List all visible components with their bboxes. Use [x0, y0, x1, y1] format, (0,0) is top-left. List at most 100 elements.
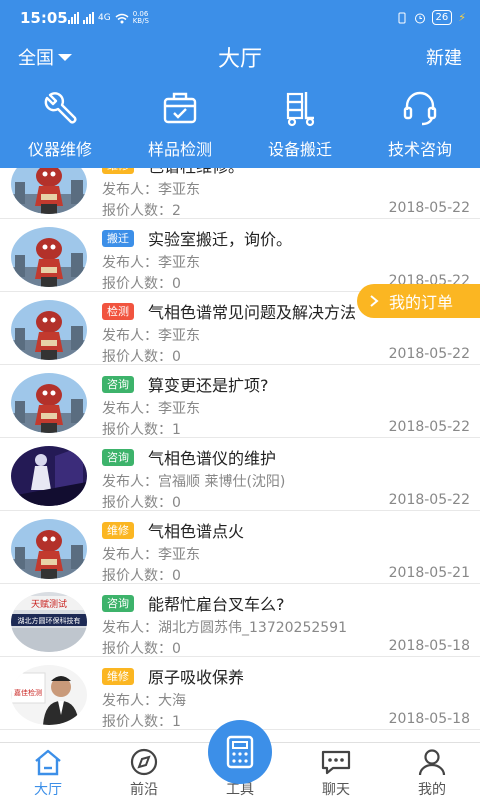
item-title: 气相色谱仪的维护	[148, 449, 277, 468]
quote-label: 报价人数：	[102, 349, 172, 365]
quote-label: 报价人数：	[102, 276, 172, 292]
publisher-line: 发布人：李亚东	[102, 252, 200, 272]
publisher-label: 发布人：	[102, 693, 158, 709]
category-tech-consulting[interactable]: 技术咨询	[360, 76, 480, 168]
chevron-right-icon	[370, 295, 379, 307]
publisher-name: 李亚东	[158, 328, 200, 344]
quote-count: 1	[172, 422, 181, 438]
item-date: 2018-05-22	[388, 419, 470, 435]
network-label: 4G	[98, 13, 111, 23]
quote-label: 报价人数：	[102, 495, 172, 511]
nav-label: 前沿	[130, 782, 158, 798]
publisher-name: 李亚东	[158, 401, 200, 417]
category-tag: 咨询	[102, 449, 134, 466]
publisher-name: 宫福顺 莱博仕(沈阳)	[158, 474, 286, 490]
item-date: 2018-05-22	[388, 200, 470, 216]
category-label: 技术咨询	[387, 140, 452, 159]
quote-label: 报价人数：	[102, 714, 172, 730]
publisher-label: 发布人：	[102, 474, 158, 490]
category-label: 仪器维修	[27, 140, 92, 159]
alarm-icon	[414, 13, 425, 23]
calculator-icon	[226, 735, 254, 769]
list-item[interactable]: 咨询 算变更还是扩项? 发布人：李亚东 报价人数：1 2018-05-22	[0, 365, 480, 438]
publisher-name: 大海	[158, 693, 186, 709]
quote-label: 报价人数：	[102, 422, 172, 438]
category-instrument-repair[interactable]: 仪器维修	[0, 76, 120, 168]
new-button[interactable]: 新建	[426, 44, 462, 70]
wrench-icon	[44, 92, 77, 124]
list-item[interactable]: 维修 气相色谱点火 发布人：李亚东 报价人数：0 2018-05-21	[0, 511, 480, 584]
publisher-line: 发布人：宫福顺 莱博仕(沈阳)	[102, 471, 285, 491]
tools-button[interactable]	[208, 720, 272, 784]
quote-line: 报价人数：0	[102, 492, 181, 512]
nav-frontier[interactable]: 前沿	[96, 743, 192, 800]
category-tag: 搬迁	[102, 230, 134, 247]
speed-readout: 0.06 KB/S	[132, 10, 149, 25]
status-signal-group: 4G 0.06 KB/S	[68, 11, 149, 25]
publisher-name: 李亚东	[158, 255, 200, 271]
list-item[interactable]: 天赋测试 湖北方圆环保科技有 咨询 能帮忙雇台叉车么? 发布人：湖北方圆苏伟_13720…	[0, 584, 480, 657]
item-title: 能帮忙雇台叉车么?	[148, 595, 285, 614]
quote-label: 报价人数：	[102, 568, 172, 584]
avatar-sign-text: 湖北方圆环保科技有	[18, 616, 81, 625]
nav-mine[interactable]: 我的	[384, 743, 480, 800]
publisher-line: 发布人：李亚东	[102, 544, 200, 564]
status-time: 15:05	[20, 9, 68, 27]
publisher-name: 李亚东	[158, 182, 200, 198]
item-title: 气相色谱点火	[148, 522, 245, 541]
nav-label: 大厅	[34, 782, 62, 798]
my-orders-label: 我的订单	[389, 293, 454, 312]
avatar	[11, 300, 87, 360]
item-title: 气相色谱常见问题及解决方法	[148, 303, 357, 322]
quote-count: 0	[172, 568, 181, 584]
quote-line: 报价人数：1	[102, 711, 181, 731]
publisher-label: 发布人：	[102, 620, 158, 636]
avatar: 嘉佳检测	[11, 665, 87, 725]
avatar	[11, 168, 87, 214]
nav-chat[interactable]: 聊天	[288, 743, 384, 800]
item-title: 原子吸收保养	[148, 668, 245, 687]
category-label: 设备搬迁	[267, 140, 332, 159]
category-bar: 仪器维修 样品检测 设备搬迁 技术咨询	[0, 76, 480, 168]
quote-line: 报价人数：0	[102, 638, 181, 658]
nav-label: 我的	[418, 782, 446, 798]
avatar: 天赋测试 湖北方圆环保科技有	[11, 592, 87, 652]
list-item[interactable]: 搬迁 实验室搬迁，询价。 发布人：李亚东 报价人数：0 2018-05-22	[0, 219, 480, 292]
category-tag: 咨询	[102, 595, 134, 612]
quote-line: 报价人数：0	[102, 565, 181, 585]
moving-cart-icon	[286, 92, 315, 127]
item-date: 2018-05-18	[388, 711, 470, 727]
request-list[interactable]: 维修色谱柱维修。发布人：李亚东报价人数：22018-05-22搬迁实验室搬迁，询…	[0, 168, 480, 742]
battery-icon: 26	[431, 10, 453, 25]
category-tag: 维修	[102, 168, 134, 174]
quote-count: 0	[172, 276, 181, 292]
item-date: 2018-05-22	[388, 492, 470, 508]
category-equipment-moving[interactable]: 设备搬迁	[240, 76, 360, 168]
wifi-icon	[115, 13, 129, 23]
list-item[interactable]: 维修 色谱柱维修。发布人：李亚东报价人数：2 2018-05-22	[0, 168, 480, 219]
quote-label: 报价人数：	[102, 641, 172, 657]
category-sample-testing[interactable]: 样品检测	[120, 76, 240, 168]
publisher-name: 李亚东	[158, 547, 200, 563]
item-date: 2018-05-22	[388, 346, 470, 362]
publisher-line: 发布人：李亚东	[102, 325, 200, 345]
list-item[interactable]: 咨询 气相色谱仪的维护 发布人：宫福顺 莱博仕(沈阳) 报价人数：0 2018-05-2…	[0, 438, 480, 511]
my-orders-button[interactable]: 我的订单	[357, 284, 480, 318]
page-title: 大厅	[217, 47, 262, 72]
request-list-content: 维修色谱柱维修。发布人：李亚东报价人数：22018-05-22搬迁实验室搬迁，询…	[0, 168, 480, 730]
quote-count: 0	[172, 349, 181, 365]
item-title: 实验室搬迁，询价。	[148, 230, 293, 249]
home-icon	[35, 749, 61, 776]
avatar	[11, 519, 87, 579]
quote-line: 报价人数：0	[102, 346, 181, 366]
signal-icon-2	[83, 12, 94, 24]
nav-hall[interactable]: 大厅	[0, 743, 96, 800]
quote-count: 0	[172, 641, 181, 657]
avatar	[11, 227, 87, 287]
chat-icon	[321, 750, 351, 775]
item-title: 色谱柱维修。	[148, 168, 244, 177]
compass-icon	[130, 748, 158, 776]
publisher-label: 发布人：	[102, 255, 158, 271]
publisher-line: 发布人：大海	[102, 690, 186, 710]
publisher-label: 发布人：	[102, 328, 158, 344]
